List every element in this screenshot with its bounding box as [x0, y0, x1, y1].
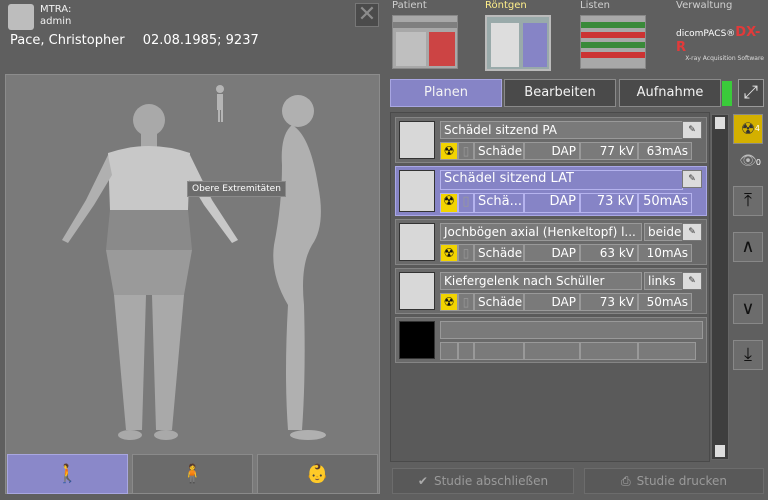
trash-icon[interactable]: ▯	[458, 142, 474, 160]
fullscreen-icon[interactable]: ⤢	[738, 79, 764, 107]
exam-row-empty[interactable]	[395, 317, 707, 363]
exam-mas: 50mAs	[638, 193, 692, 213]
tab-aufnahme[interactable]: Aufnahme	[619, 79, 721, 107]
exam-kv: 73 kV	[580, 293, 638, 311]
radiation-summary-icon[interactable]: ☢ 4	[733, 114, 763, 144]
patient-info: 02.08.1985; 9237	[142, 33, 259, 48]
check-icon: ✔	[417, 474, 428, 488]
tab-roentgen-label: Röntgen	[485, 0, 527, 11]
adult-figure-icon: 🚶	[56, 463, 79, 485]
exam-row[interactable]: Jochbögen axial (Henkeltopf) l... beide …	[395, 219, 707, 265]
edit-icon[interactable]: ✎	[682, 121, 702, 139]
tab-patient-label: Patient	[392, 0, 427, 11]
tab-patient-thumbnail	[392, 15, 458, 69]
exam-dose: DAP	[524, 293, 580, 311]
infant-view-button[interactable]: 👶	[257, 454, 378, 494]
patient-name: Pace, Christopher	[10, 33, 125, 48]
exam-dose: DAP	[524, 193, 580, 213]
tab-planen[interactable]: Planen	[390, 79, 502, 107]
tab-verwaltung-label: Verwaltung	[676, 0, 733, 11]
user-icon	[8, 4, 34, 30]
region-tooltip: Obere Extremitäten	[187, 181, 286, 197]
move-bottom-icon[interactable]: ⤓	[733, 340, 763, 370]
child-view-button[interactable]: 🧍	[132, 454, 253, 494]
exam-thumbnail-icon	[399, 170, 435, 212]
close-study-button[interactable]: ✔ Studie abschließen	[392, 468, 574, 494]
exam-list: Schädel sitzend PA ✎ ☢ ▯ Schädel DAP 77 …	[390, 112, 710, 462]
exam-dose: DAP	[524, 244, 580, 262]
dicompacs-logo: dicomPACS®DX-R X-ray Acquisition Softwar…	[676, 25, 764, 62]
exam-region: Schädel	[474, 142, 524, 160]
edit-icon[interactable]: ✎	[682, 272, 702, 290]
anatomy-panel	[5, 74, 380, 494]
exam-list-scrollbar[interactable]	[711, 114, 729, 460]
exam-title: Schädel sitzend LAT	[440, 170, 683, 190]
printer-icon: ⎙	[621, 474, 631, 488]
patient-header: Pace, Christopher 02.08.1985; 9237	[10, 33, 259, 48]
exam-title: Schädel sitzend PA	[440, 121, 683, 139]
edit-icon[interactable]: ✎	[682, 170, 702, 188]
tab-roentgen[interactable]: Röntgen	[485, 0, 551, 72]
exam-region: Schädel	[474, 244, 524, 262]
exam-thumbnail-icon	[399, 321, 435, 359]
infant-figure-icon: 👶	[306, 463, 329, 485]
exam-mas: 50mAs	[638, 293, 692, 311]
trash-icon[interactable]: ▯	[458, 244, 474, 262]
tab-bearbeiten[interactable]: Bearbeiten	[504, 79, 616, 107]
radiation-icon: ☢	[440, 193, 458, 213]
move-down-icon[interactable]: ∨	[733, 294, 763, 324]
exam-region: Schädel	[474, 293, 524, 311]
child-figure-icon: 🧍	[181, 463, 204, 485]
exam-side: links	[644, 272, 686, 290]
user-name: admin	[40, 16, 72, 27]
move-top-icon[interactable]: ⤒	[733, 186, 763, 216]
eye-icon[interactable]: 👁 0	[733, 148, 763, 176]
exam-thumbnail-icon	[399, 223, 435, 261]
exam-row[interactable]: Kiefergelenk nach Schüller links ✎ ☢ ▯ S…	[395, 268, 707, 314]
user-role: MTRA:	[40, 4, 72, 15]
exam-kv: 73 kV	[580, 193, 638, 213]
side-body-figure[interactable]	[273, 95, 326, 440]
exam-kv: 63 kV	[580, 244, 638, 262]
edit-icon[interactable]: ✎	[682, 223, 702, 241]
trash-icon[interactable]: ▯	[458, 193, 474, 213]
radiation-icon: ☢	[440, 293, 458, 311]
exam-kv: 77 kV	[580, 142, 638, 160]
exam-row-selected[interactable]: Schädel sitzend LAT ✎ ☢ ▯ Schä... DAP 73…	[395, 166, 707, 216]
radiation-icon: ☢	[440, 244, 458, 262]
radiation-icon: ☢	[440, 142, 458, 160]
adult-view-button[interactable]: 🚶	[7, 454, 128, 494]
exam-title-empty	[440, 321, 703, 339]
exam-mas: 63mAs	[638, 142, 692, 160]
ready-status-indicator	[722, 81, 732, 106]
exam-mas: 10mAs	[638, 244, 692, 262]
exam-thumbnail-icon	[399, 121, 435, 159]
exam-side: beide	[644, 223, 686, 241]
print-study-button[interactable]: ⎙ Studie drucken	[584, 468, 764, 494]
exam-title: Jochbögen axial (Henkeltopf) l...	[440, 223, 642, 241]
move-up-icon[interactable]: ∧	[733, 232, 763, 262]
body-view-selector: 🚶 🧍 👶	[5, 452, 380, 496]
body-map	[62, 85, 326, 440]
orientation-figure-icon	[216, 85, 224, 122]
front-body-figure[interactable]	[62, 104, 238, 440]
tab-roentgen-thumbnail	[485, 15, 551, 71]
tab-verwaltung[interactable]: Verwaltung dicomPACS®DX-R X-ray Acquisit…	[676, 0, 764, 72]
close-patient-button[interactable]: ✕	[355, 3, 379, 27]
tab-listen-thumbnail	[580, 15, 646, 69]
tab-patient[interactable]: Patient	[392, 0, 458, 72]
exam-thumbnail-icon	[399, 272, 435, 310]
trash-icon[interactable]: ▯	[458, 293, 474, 311]
exam-region: Schä...	[474, 193, 524, 213]
tab-listen-label: Listen	[580, 0, 610, 11]
exam-title: Kiefergelenk nach Schüller	[440, 272, 642, 290]
exam-dose: DAP	[524, 142, 580, 160]
tab-listen[interactable]: Listen	[580, 0, 646, 72]
exam-row[interactable]: Schädel sitzend PA ✎ ☢ ▯ Schädel DAP 77 …	[395, 117, 707, 163]
